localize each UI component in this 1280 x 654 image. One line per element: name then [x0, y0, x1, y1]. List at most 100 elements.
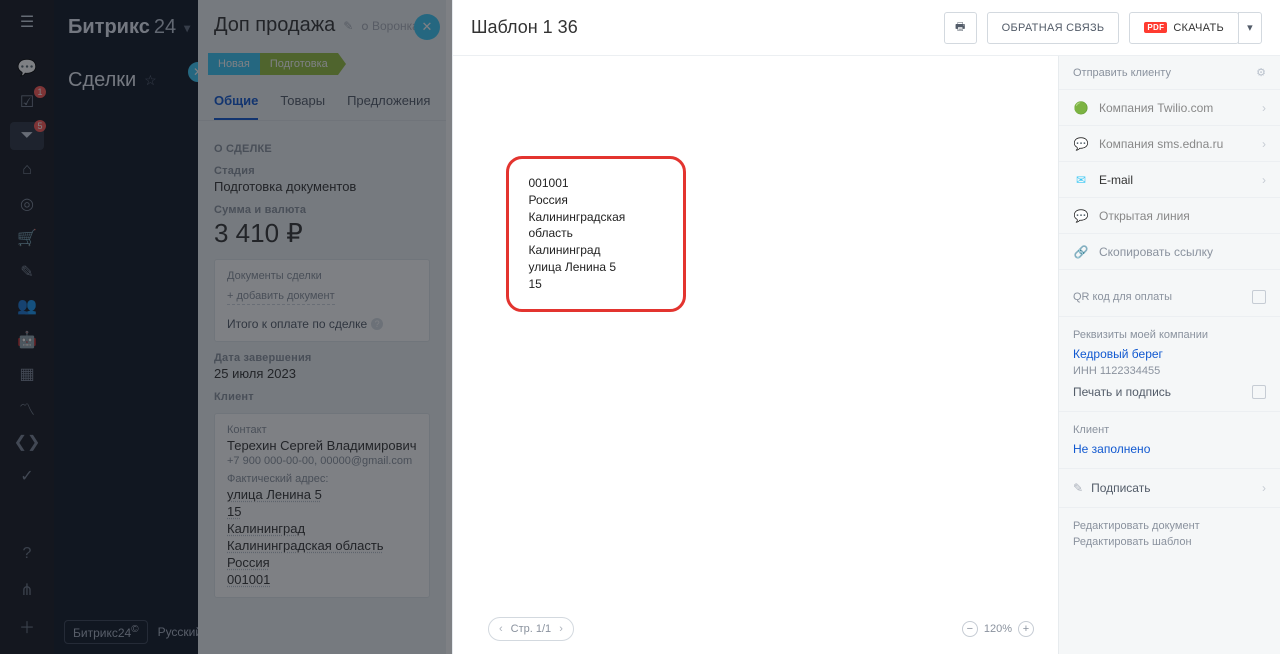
zoom-out-button[interactable]: −: [962, 621, 978, 637]
client-label: Клиент: [214, 391, 430, 403]
close-deal-button[interactable]: ✕: [414, 14, 440, 40]
page-indicator: Стр. 1/1: [511, 623, 552, 635]
chevron-right-icon: ›: [1262, 101, 1266, 115]
chevron-right-icon: ›: [1262, 173, 1266, 187]
stage-prep[interactable]: Подготовка: [260, 53, 338, 75]
addr-street: улица Ленина 5: [227, 487, 417, 502]
footer-logo[interactable]: Битрикс24©: [64, 620, 148, 644]
qr-block: QR код для оплаты: [1059, 269, 1280, 316]
nav-chat-icon[interactable]: 💬: [10, 54, 44, 82]
tab-offers[interactable]: Предложения: [347, 83, 430, 120]
sms-icon: 💬: [1073, 137, 1089, 151]
download-caret-button[interactable]: ▾: [1238, 12, 1262, 44]
template-panel: Шаблон 1 36 🖶 ОБРАТНАЯ СВЯЗЬ PDFСКАЧАТЬ …: [452, 0, 1280, 654]
client-block: Клиент Не заполнено: [1059, 411, 1280, 468]
chevron-right-icon: ›: [1262, 481, 1266, 495]
nav-plus-icon[interactable]: ＋: [10, 612, 44, 640]
client-value[interactable]: Не заполнено: [1073, 442, 1266, 456]
gear-icon[interactable]: ⚙: [1256, 66, 1266, 79]
nav-pencil-icon[interactable]: ✎: [10, 258, 44, 286]
addr-region: Калининградская область: [227, 538, 417, 553]
nav-robot-icon[interactable]: 🤖: [10, 326, 44, 354]
badge: 5: [34, 120, 46, 132]
send-edna[interactable]: 💬Компания sms.edna.ru›: [1059, 125, 1280, 161]
chevron-down-icon: ▾: [184, 21, 190, 35]
send-client-label: Отправить клиенту: [1073, 67, 1171, 79]
stamp-checkbox[interactable]: [1252, 385, 1266, 399]
addr-label: Фактический адрес:: [227, 473, 417, 485]
menu-icon[interactable]: ☰: [20, 12, 34, 32]
nav-contacts-icon[interactable]: 👥: [10, 292, 44, 320]
nav-help-icon[interactable]: ?: [10, 540, 44, 568]
requisites-block: Реквизиты моей компании Кедровый берег И…: [1059, 316, 1280, 411]
brand-logo[interactable]: Битрикс24 ▾: [54, 0, 198, 55]
zoom-value: 120%: [984, 623, 1012, 635]
nav-home-icon[interactable]: ⌂: [10, 156, 44, 184]
zoom-in-button[interactable]: +: [1018, 621, 1034, 637]
requisites-inn: ИНН 1122334455: [1073, 365, 1266, 377]
funnel-label[interactable]: 𝗈 Воронка: [361, 19, 419, 33]
whatsapp-icon: 🟢: [1073, 101, 1089, 115]
document-canvas[interactable]: 001001 Россия Калининградская область Ка…: [453, 56, 1058, 654]
deal-documents-box: Документы сделки + добавить документ Ито…: [214, 259, 430, 342]
stage-label: Стадия: [214, 165, 430, 177]
next-page-button[interactable]: ›: [559, 623, 563, 635]
prev-page-button[interactable]: ‹: [499, 623, 503, 635]
help-icon[interactable]: ?: [371, 318, 383, 330]
feedback-button[interactable]: ОБРАТНАЯ СВЯЗЬ: [987, 12, 1120, 44]
doc-line: Калининградская область: [529, 209, 663, 243]
qr-checkbox[interactable]: [1252, 290, 1266, 304]
nav-checklist-icon[interactable]: ☑1: [10, 88, 44, 116]
contact-phone: +7 900 000-00-00, 00000@gmail.com: [227, 455, 417, 467]
nav-target-icon[interactable]: ◎: [10, 190, 44, 218]
doc-line: Калининград: [529, 242, 663, 259]
document-page: 001001 Россия Калининградская область Ка…: [486, 76, 1026, 616]
requisites-company[interactable]: Кедровый берег: [1073, 347, 1266, 361]
doc-line: 15: [529, 276, 663, 293]
stage-new[interactable]: Новая: [208, 53, 260, 75]
addr-house: 15: [227, 504, 417, 519]
send-twilio[interactable]: 🟢Компания Twilio.com›: [1059, 89, 1280, 125]
mail-icon: ✉: [1073, 173, 1089, 187]
nav-box-icon[interactable]: ▦: [10, 360, 44, 388]
nav-code-icon[interactable]: ❮❯: [10, 428, 44, 456]
doc-line: 001001: [529, 175, 663, 192]
pdf-badge: PDF: [1144, 22, 1167, 33]
nav-filter-icon[interactable]: ⏷5: [10, 122, 44, 150]
nav-sitemap-icon[interactable]: ⋔: [10, 576, 44, 604]
addr-zip: 001001: [227, 572, 417, 587]
edit-icon[interactable]: ✎: [343, 19, 353, 33]
tab-products[interactable]: Товары: [280, 83, 325, 120]
address-highlight: 001001 Россия Калининградская область Ка…: [506, 156, 686, 312]
download-button[interactable]: PDFСКАЧАТЬ: [1129, 12, 1239, 44]
doc-line: Россия: [529, 192, 663, 209]
nav-cart-icon[interactable]: 🛒: [10, 224, 44, 252]
contact-label: Контакт: [227, 424, 417, 436]
side-footer: Редактировать документ Редактировать шаб…: [1059, 507, 1280, 564]
docs-title: Документы сделки: [227, 270, 417, 282]
add-document-link[interactable]: + добавить документ: [227, 290, 335, 305]
nav-check-icon[interactable]: ✓: [10, 462, 44, 490]
docs-total: Итого к оплате по сделке?: [227, 317, 417, 331]
send-openline[interactable]: 💬Открытая линия: [1059, 197, 1280, 233]
print-button[interactable]: 🖶: [944, 12, 977, 44]
star-icon[interactable]: ☆: [144, 72, 157, 89]
date-value: 25 июля 2023: [214, 366, 430, 381]
deal-title: Доп продажа ✎ 𝗈 Воронка: [214, 14, 430, 37]
deal-tabs: Общие Товары Предложения: [198, 83, 446, 121]
copy-link[interactable]: 🔗Скопировать ссылку: [1059, 233, 1280, 269]
brand-column: Битрикс24 ▾ Сделки ☆ ✕ Битрикс24© Русски…: [54, 0, 198, 654]
nav-analytics-icon[interactable]: 〽: [10, 394, 44, 422]
chevron-right-icon: ›: [1262, 137, 1266, 151]
amount-value: 3 410 ₽: [214, 218, 430, 249]
doc-line: улица Ленина 5: [529, 259, 663, 276]
edit-document-link[interactable]: Редактировать документ: [1073, 520, 1266, 532]
tab-general[interactable]: Общие: [214, 83, 258, 120]
footer-lang[interactable]: Русский: [158, 625, 203, 639]
section-title[interactable]: Сделки ☆: [54, 55, 198, 106]
send-email[interactable]: ✉E-mail›: [1059, 161, 1280, 197]
sign-button[interactable]: ✎ Подписать ›: [1059, 469, 1280, 507]
zoom-controls: − 120% +: [962, 621, 1034, 637]
canvas-footer: ‹ Стр. 1/1 › − 120% +: [470, 612, 1052, 646]
edit-template-link[interactable]: Редактировать шаблон: [1073, 536, 1266, 548]
